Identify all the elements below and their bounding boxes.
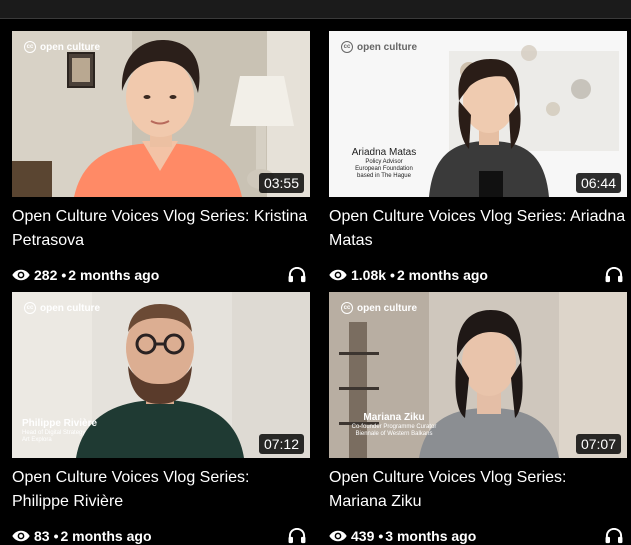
video-card: cc open culture 03:55 Open Culture Voice… (12, 31, 310, 285)
video-title[interactable]: Open Culture Voices Vlog Series: Kristin… (12, 205, 310, 253)
eye-icon (12, 269, 30, 281)
brand-watermark: cc open culture (24, 302, 100, 314)
video-duration: 07:12 (258, 434, 304, 454)
brand-name: open culture (357, 302, 418, 314)
lower-third-caption: Ariadna Matas Policy Advisor European Fo… (339, 147, 429, 181)
video-duration: 06:44 (575, 173, 621, 193)
headphones-icon[interactable] (288, 528, 306, 544)
lower-third-caption: Philippe Rivière Head of Digital Strateg… (22, 418, 102, 444)
cc-logo-icon: cc (341, 302, 353, 314)
caption-name: Mariana Ziku (363, 412, 425, 423)
caption-role-line: Co-founder Programme Curator (351, 424, 437, 430)
caption-role-line: Biennale of Western Balkans (355, 431, 433, 438)
video-thumbnail[interactable]: cc open culture Mariana Ziku Co-founder … (329, 292, 627, 458)
headphones-icon[interactable] (288, 267, 306, 283)
video-card: cc open culture Mariana Ziku Co-founder … (329, 292, 627, 545)
caption-role-line: based in The Hague (357, 173, 411, 180)
video-title[interactable]: Open Culture Voices Vlog Series: Ariadna… (329, 205, 627, 253)
video-meta: 1.08k • 2 months ago (329, 265, 627, 285)
view-count: 282 (34, 267, 58, 283)
view-count: 1.08k (351, 267, 387, 283)
upload-age: 3 months ago (385, 528, 477, 544)
video-thumbnail[interactable]: cc open culture Philippe Rivière Head of… (12, 292, 310, 458)
brand-watermark: cc open culture (341, 302, 417, 314)
video-card: cc open culture Philippe Rivière Head of… (12, 292, 310, 545)
caption-name: Ariadna Matas (351, 147, 417, 158)
eye-icon (329, 530, 347, 542)
headphones-icon[interactable] (605, 267, 623, 283)
cc-logo-icon: cc (24, 302, 36, 314)
brand-watermark: cc open culture (341, 41, 417, 53)
video-meta: 282 • 2 months ago (12, 265, 310, 285)
video-title[interactable]: Open Culture Voices Vlog Series: Philipp… (12, 466, 310, 514)
caption-role-line: Head of Digital Strategy (22, 430, 86, 436)
video-duration: 03:55 (258, 173, 304, 193)
meta-separator: • (61, 267, 67, 283)
upload-age: 2 months ago (68, 267, 160, 283)
video-meta: 439 • 3 months ago (329, 526, 627, 545)
eye-icon (329, 269, 347, 281)
brand-name: open culture (357, 41, 418, 53)
headphones-icon[interactable] (605, 528, 623, 544)
video-meta: 83 • 2 months ago (12, 526, 310, 545)
cc-logo-icon: cc (341, 41, 353, 53)
view-count: 83 (34, 528, 50, 544)
upload-age: 2 months ago (396, 267, 488, 283)
view-count: 439 (351, 528, 375, 544)
video-card: cc open culture Ariadna Matas Policy Adv… (329, 31, 627, 285)
meta-separator: • (390, 267, 395, 283)
eye-icon (12, 530, 30, 542)
meta-separator: • (378, 528, 384, 544)
top-bar (0, 0, 631, 19)
caption-role-line: European Foundation (355, 166, 413, 173)
video-thumbnail[interactable]: cc open culture Ariadna Matas Policy Adv… (329, 31, 627, 197)
lower-third-caption: Mariana Ziku Co-founder Programme Curato… (339, 412, 449, 438)
caption-role-line: Policy Advisor (365, 159, 403, 165)
brand-name: open culture (40, 41, 101, 53)
video-duration: 07:07 (575, 434, 621, 454)
brand-name: open culture (40, 302, 101, 314)
brand-watermark: cc open culture (24, 41, 100, 53)
caption-name: Philippe Rivière (22, 418, 98, 429)
cc-logo-icon: cc (24, 41, 36, 53)
video-thumbnail[interactable]: cc open culture 03:55 (12, 31, 310, 197)
caption-role-line: Art Explora (22, 437, 52, 444)
upload-age: 2 months ago (60, 528, 152, 544)
video-title[interactable]: Open Culture Voices Vlog Series: Mariana… (329, 466, 627, 514)
meta-separator: • (53, 528, 59, 544)
